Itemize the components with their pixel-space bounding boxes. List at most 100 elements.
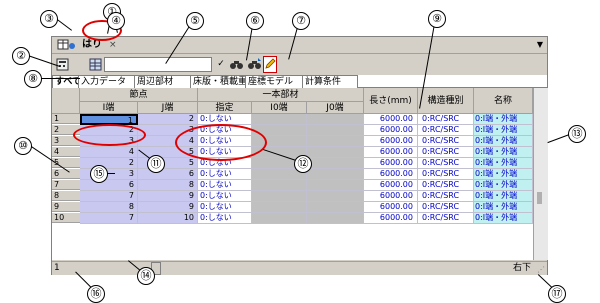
node-j-cell[interactable]: 10 [138,213,198,224]
j0-cell[interactable] [307,158,364,169]
j0-cell[interactable] [307,213,364,224]
window-tab-bar: はり × ▼ [52,37,547,54]
status-position: 右下 [512,263,531,273]
length-cell[interactable]: 6000.00 [364,213,418,224]
callout-5: ⑤ [186,12,204,30]
node-i-cell[interactable]: 7 [80,213,138,224]
name-cell[interactable]: 0:I端・外端 [474,169,533,180]
row-number[interactable]: 10 [52,213,80,223]
j0-cell[interactable] [307,180,364,191]
i0-cell[interactable] [252,191,307,202]
name-cell[interactable]: 0:I端・外端 [474,202,533,213]
length-cell[interactable]: 6000.00 [364,180,418,191]
grid-table-icon[interactable] [87,56,104,73]
spec-cell[interactable]: 0:しない [198,191,252,202]
length-cell[interactable]: 6000.00 [364,158,418,169]
struct-type-cell[interactable]: 0:RC/SRC [418,125,474,136]
tab-4[interactable]: 座標モデル [245,75,304,88]
confirm-check-icon[interactable]: ✓ [215,56,227,73]
callout-9: ⑨ [428,10,446,28]
j0-cell[interactable] [307,147,364,158]
struct-type-cell[interactable]: 0:RC/SRC [418,136,474,147]
toolbar: ✓ [52,54,547,73]
header-j0: J0端 [307,102,364,114]
length-cell[interactable]: 6000.00 [364,169,418,180]
node-j-cell[interactable]: 9 [138,202,198,213]
struct-type-cell[interactable]: 0:RC/SRC [418,180,474,191]
j0-cell[interactable] [307,169,364,180]
row-number[interactable]: 4 [52,147,80,157]
pencil-edit-icon[interactable] [263,56,277,73]
node-i-cell[interactable]: 7 [80,191,138,202]
length-cell[interactable]: 6000.00 [364,114,418,125]
menu-dropdown-icon[interactable]: ▼ [537,40,543,49]
length-cell[interactable]: 6000.00 [364,136,418,147]
length-cell[interactable]: 6000.00 [364,125,418,136]
callout-15: ⑮ [90,165,108,183]
name-cell[interactable]: 0:I端・外端 [474,191,533,202]
i0-cell[interactable] [252,213,307,224]
node-i-cell[interactable]: 2 [80,158,138,169]
name-cell[interactable]: 0:I端・外端 [474,180,533,191]
row-number[interactable]: 8 [52,191,80,201]
j0-cell[interactable] [307,191,364,202]
callout-17: ⑰ [548,285,566,303]
node-i-cell[interactable]: 3 [80,169,138,180]
tab-1[interactable]: 入力データ [78,75,136,88]
node-j-cell[interactable]: 6 [138,169,198,180]
node-j-cell[interactable]: 9 [138,191,198,202]
vertical-scrollbar[interactable] [533,88,548,260]
j0-cell[interactable] [307,125,364,136]
status-row-number: 1 [54,263,60,273]
i0-cell[interactable] [252,114,307,125]
node-i-cell[interactable]: 8 [80,202,138,213]
i0-cell[interactable] [252,202,307,213]
tab-3[interactable]: 床版・積載重 [190,75,247,88]
j0-cell[interactable] [307,114,364,125]
tab-0[interactable]: すべて [52,75,81,88]
name-cell[interactable]: 0:I端・外端 [474,213,533,224]
highlight-ellipse-spec-cell [175,124,267,161]
tab-5[interactable]: 計算条件 [302,75,358,88]
j0-cell[interactable] [307,202,364,213]
name-cell[interactable]: 0:I端・外端 [474,114,533,125]
node-j-cell[interactable]: 2 [138,114,198,125]
j0-cell[interactable] [307,136,364,147]
header-i0: I0端 [252,102,307,114]
name-cell[interactable]: 0:I端・外端 [474,125,533,136]
spec-cell[interactable]: 0:しない [198,213,252,224]
length-cell[interactable]: 6000.00 [364,191,418,202]
name-cell[interactable]: 0:I端・外端 [474,147,533,158]
tab-2[interactable]: 周辺部材 [134,75,192,88]
struct-type-cell[interactable]: 0:RC/SRC [418,213,474,224]
spec-cell[interactable]: 0:しない [198,169,252,180]
spec-cell[interactable]: 0:しない [198,202,252,213]
struct-type-cell[interactable]: 0:RC/SRC [418,202,474,213]
header-length: 長さ(mm) [364,88,418,114]
struct-type-cell[interactable]: 0:RC/SRC [418,169,474,180]
callout-14: ⑭ [137,267,155,285]
spec-cell[interactable]: 0:しない [198,180,252,191]
struct-type-cell[interactable]: 0:RC/SRC [418,191,474,202]
struct-type-cell[interactable]: 0:RC/SRC [418,158,474,169]
length-cell[interactable]: 6000.00 [364,202,418,213]
row-number[interactable]: 9 [52,202,80,212]
row-number[interactable]: 7 [52,180,80,190]
binoculars-find-icon[interactable] [228,56,245,73]
name-cell[interactable]: 0:I端・外端 [474,136,533,147]
name-cell[interactable]: 0:I端・外端 [474,158,533,169]
callout-10: ⑩ [14,137,32,155]
vertical-scroll-thumb[interactable] [537,192,542,204]
node-j-cell[interactable]: 8 [138,180,198,191]
cell-value-input[interactable] [104,57,212,72]
header-struct-type: 構造種別 [418,88,474,114]
header-spec: 指定 [198,102,252,114]
length-cell[interactable]: 6000.00 [364,147,418,158]
struct-type-cell[interactable]: 0:RC/SRC [418,147,474,158]
struct-type-cell[interactable]: 0:RC/SRC [418,114,474,125]
row-number[interactable]: 1 [52,114,80,124]
i0-cell[interactable] [252,180,307,191]
node-i-cell[interactable]: 4 [80,147,138,158]
node-i-cell[interactable]: 6 [80,180,138,191]
binoculars-find-next-icon[interactable] [246,56,263,73]
